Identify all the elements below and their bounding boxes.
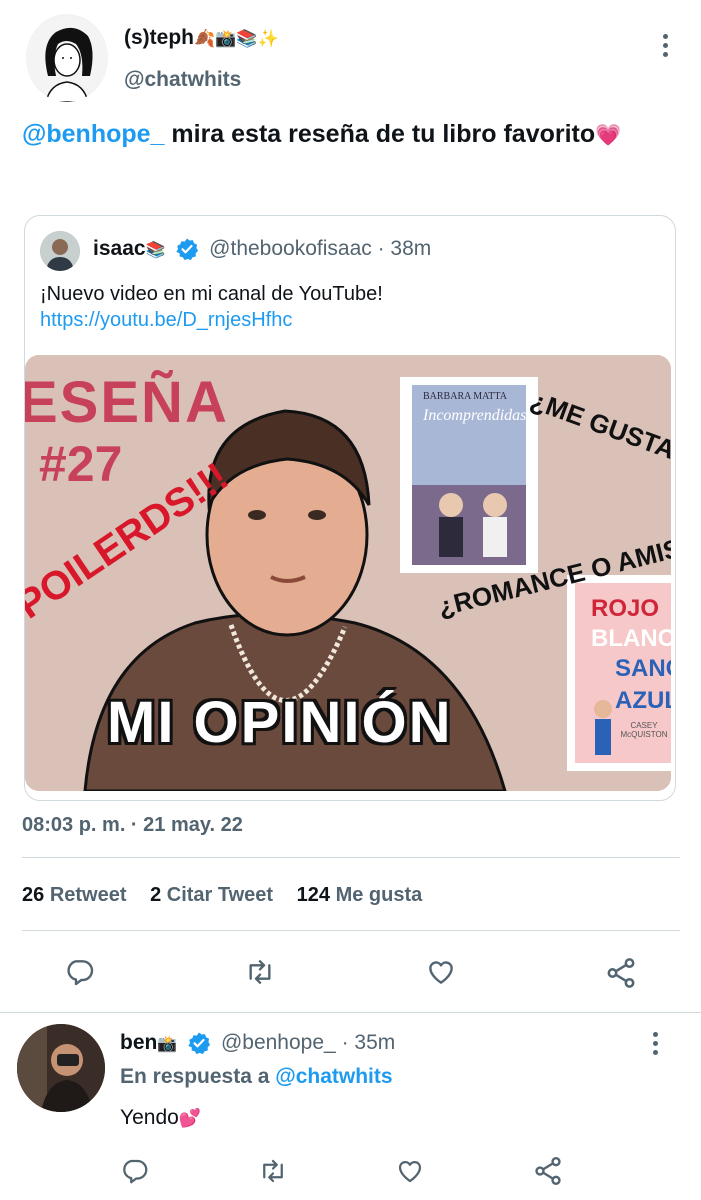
thumb-title-line1: ESEÑA — [25, 370, 229, 435]
reply-more-options-icon[interactable] — [652, 1032, 658, 1055]
heart-icon — [429, 961, 453, 984]
video-thumbnail[interactable]: ESEÑA #27 POILERDS!!! ¿ME GUSTAR ¿ROMANC… — [25, 355, 671, 791]
like-button[interactable] — [424, 956, 458, 993]
author-handle[interactable]: @chatwhits — [124, 68, 241, 92]
reply-like-button[interactable] — [395, 1156, 425, 1191]
tweet-text: @benhope_ mira esta reseña de tu libro f… — [22, 114, 662, 155]
book2-line2: BLANC — [591, 625, 671, 652]
author-name-emojis: 🍂📸📚✨ — [194, 29, 279, 49]
more-options-icon[interactable] — [662, 34, 668, 57]
reply-time: · 35m — [341, 1031, 396, 1054]
reply-icon — [67, 960, 94, 986]
tweet-body: mira esta reseña de tu libro favorito — [164, 120, 596, 148]
retweet-icon — [263, 1159, 283, 1183]
quoted-handle[interactable]: @thebookofisaac — [209, 237, 372, 260]
tweet-emoji: 💗 — [595, 123, 622, 147]
reply-display-name[interactable]: ben — [120, 1031, 157, 1054]
reply-to-link[interactable]: @chatwhits — [275, 1065, 392, 1088]
verified-badge-icon — [188, 1032, 211, 1055]
book2-line3: SANG — [615, 655, 671, 682]
thumb-caption: MI OPINIÓN — [107, 690, 453, 755]
retweet-count: 26 — [22, 884, 45, 906]
like-count: 124 — [296, 884, 331, 906]
share-icon — [607, 958, 635, 988]
reply-context: En respuesta a @chatwhits — [120, 1065, 393, 1089]
divider — [22, 930, 680, 931]
verified-badge-icon — [176, 238, 199, 261]
quoted-tweet-link[interactable]: https://youtu.be/D_rnjesHfhc — [40, 309, 292, 332]
author-name[interactable]: (s)teph🍂📸📚✨ — [124, 26, 279, 50]
quoted-author-avatar[interactable] — [40, 231, 80, 271]
reply-name-emoji: 📸 — [157, 1034, 178, 1053]
retweet-button[interactable] — [243, 956, 277, 993]
book1-title: Incomprendidas — [423, 407, 527, 424]
quoted-tweet-text: ¡Nuevo video en mi canal de YouTube! — [40, 283, 383, 305]
book2-author: CASEY McQUISTON — [620, 721, 668, 739]
reply-button[interactable] — [64, 956, 96, 993]
book2-line1: ROJO — [591, 595, 660, 622]
retweet-icon — [249, 960, 271, 984]
share-icon — [535, 1157, 561, 1185]
reply-handle[interactable]: @benhope_ — [221, 1031, 336, 1054]
quote-count: 2 — [150, 884, 162, 906]
quote-stat[interactable]: 2 Citar Tweet — [150, 884, 273, 906]
reply-icon — [123, 1159, 148, 1184]
reply-text: Yendo💕 — [120, 1106, 201, 1130]
like-stat[interactable]: 124 Me gusta — [297, 884, 423, 906]
divider — [0, 1012, 701, 1013]
reply-context-prefix: En respuesta a — [120, 1065, 276, 1088]
like-label: Me gusta — [335, 884, 423, 906]
quoted-time: · 38m — [377, 237, 432, 260]
retweet-stat[interactable]: 26 Retweet — [22, 884, 127, 906]
retweet-label: Retweet — [49, 884, 127, 906]
book1-author: BARBARA MATTA — [423, 391, 507, 402]
quoted-tweet-header: isaac📚 @thebookofisaac · 38m — [93, 237, 431, 261]
share-button[interactable] — [604, 956, 638, 995]
reply-body: Yendo — [120, 1106, 179, 1129]
mention-link[interactable]: @benhope_ — [22, 120, 164, 148]
divider — [22, 857, 680, 858]
reply-emoji: 💕 — [178, 1108, 202, 1129]
thumb-title-line2: #27 — [39, 436, 123, 492]
reply-header: ben📸 @benhope_ · 35m — [120, 1031, 395, 1055]
quote-label: Citar Tweet — [166, 884, 274, 906]
author-avatar[interactable] — [26, 14, 108, 102]
quoted-display-name[interactable]: isaac — [93, 237, 146, 260]
heart-icon — [398, 1160, 422, 1183]
author-display-name: (s)teph — [124, 26, 194, 49]
tweet-timestamp[interactable]: 08:03 p. m. · 21 may. 22 — [22, 814, 243, 837]
reply-reply-button[interactable] — [120, 1156, 150, 1191]
reply-share-button[interactable] — [532, 1155, 564, 1192]
reply-retweet-button[interactable] — [258, 1156, 288, 1191]
book2-line4: AZUL — [615, 687, 671, 714]
reply-author-avatar[interactable] — [17, 1024, 105, 1112]
tweet-stats: 26 Retweet 2 Citar Tweet 124 Me gusta — [22, 884, 422, 907]
quoted-name-emoji: 📚 — [145, 240, 166, 259]
